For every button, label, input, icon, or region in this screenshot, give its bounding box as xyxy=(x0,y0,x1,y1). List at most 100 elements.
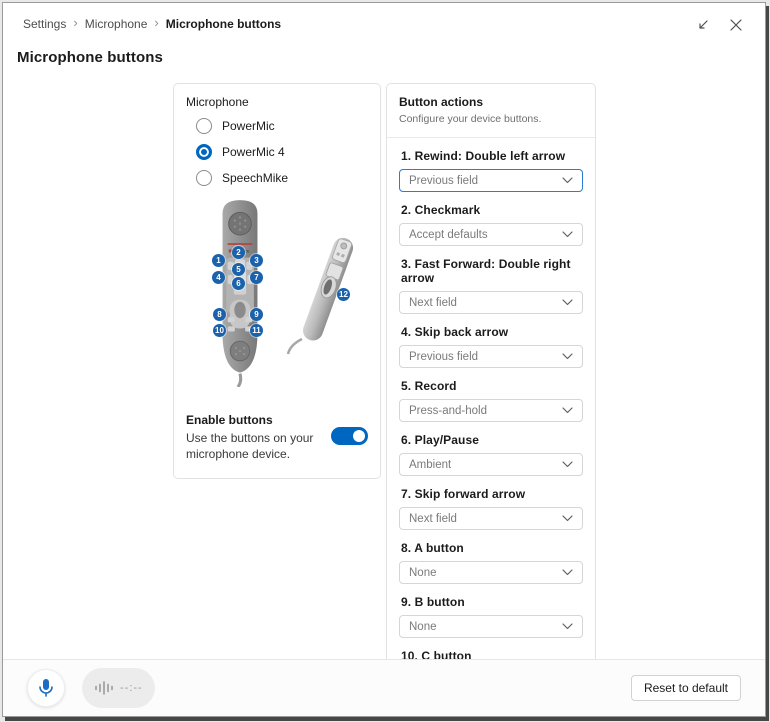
device-button-badge-11: 11 xyxy=(250,324,263,337)
action-dropdown[interactable]: Previous field xyxy=(399,345,583,368)
radio-unselected-icon xyxy=(196,118,212,134)
chevron-down-icon xyxy=(562,299,573,306)
action-group: 8. A button None xyxy=(399,541,583,584)
action-group: 5. Record Press-and-hold xyxy=(399,379,583,422)
breadcrumb-chevron-icon: › xyxy=(73,15,77,30)
dictation-footer: --:-- Reset to default xyxy=(3,659,765,716)
divider xyxy=(387,137,595,138)
enable-buttons-setting: Enable buttons Use the buttons on your m… xyxy=(186,413,368,462)
page-title: Microphone buttons xyxy=(3,32,765,66)
waveform-icon xyxy=(94,680,114,696)
device-button-badge-1: 1 xyxy=(212,254,225,267)
chevron-down-icon xyxy=(562,231,573,238)
action-label: 4. Skip back arrow xyxy=(401,325,583,339)
chevron-down-icon xyxy=(562,515,573,522)
device-button-badge-7: 7 xyxy=(250,271,263,284)
window-topbar: Settings › Microphone › Microphone buttons xyxy=(3,3,765,32)
microphone-group-label: Microphone xyxy=(186,95,368,109)
radio-option-label: PowerMic xyxy=(222,119,275,133)
close-icon[interactable] xyxy=(729,18,743,32)
button-actions-panel: Button actions Configure your device but… xyxy=(386,83,596,717)
breadcrumb-item[interactable]: Settings xyxy=(23,17,66,31)
action-dropdown[interactable]: Press-and-hold xyxy=(399,399,583,422)
button-actions-subtitle: Configure your device buttons. xyxy=(399,113,583,125)
action-dropdown[interactable]: None xyxy=(399,615,583,638)
dropdown-selected-value: Next field xyxy=(409,513,457,525)
action-dropdown[interactable]: Next field xyxy=(399,507,583,530)
action-label: 7. Skip forward arrow xyxy=(401,487,583,501)
breadcrumb: Settings › Microphone › Microphone buttons xyxy=(23,16,281,31)
dropdown-selected-value: Accept defaults xyxy=(409,229,488,241)
reset-to-default-button[interactable]: Reset to default xyxy=(631,675,741,701)
collapse-icon[interactable] xyxy=(695,18,709,32)
radio-option-powermic-4[interactable]: PowerMic 4 xyxy=(196,143,368,160)
action-label: 1. Rewind: Double left arrow xyxy=(401,149,583,163)
action-group: 9. B button None xyxy=(399,595,583,638)
radio-option-label: SpeechMike xyxy=(222,171,288,185)
action-dropdown[interactable]: None xyxy=(399,561,583,584)
action-label: 8. A button xyxy=(401,541,583,555)
toggle-knob xyxy=(353,430,365,442)
microphone-button[interactable] xyxy=(27,669,65,707)
action-label: 2. Checkmark xyxy=(401,203,583,217)
dropdown-selected-value: None xyxy=(409,621,437,633)
audio-level-pill[interactable]: --:-- xyxy=(82,668,155,708)
action-dropdown[interactable]: Previous field xyxy=(399,169,583,192)
action-label: 5. Record xyxy=(401,379,583,393)
action-group: 2. Checkmark Accept defaults xyxy=(399,203,583,246)
dropdown-selected-value: Press-and-hold xyxy=(409,405,487,417)
action-group: 3. Fast Forward: Double right arrow Next … xyxy=(399,257,583,314)
action-label: 9. B button xyxy=(401,595,583,609)
chevron-down-icon xyxy=(562,623,573,630)
device-button-badge-2: 2 xyxy=(232,246,245,259)
radio-selected-icon xyxy=(196,144,212,160)
action-label: 6. Play/Pause xyxy=(401,433,583,447)
device-button-badge-10: 10 xyxy=(213,324,226,337)
radio-unselected-icon xyxy=(196,170,212,186)
dropdown-selected-value: Previous field xyxy=(409,351,478,363)
action-group: 6. Play/Pause Ambient xyxy=(399,433,583,476)
chevron-down-icon xyxy=(562,569,573,576)
action-group: 1. Rewind: Double left arrow Previous fie… xyxy=(399,149,583,192)
microphone-panel: Microphone PowerMic PowerMic 4 SpeechMike xyxy=(173,83,381,479)
device-button-badge-6: 6 xyxy=(232,277,245,290)
settings-window: Settings › Microphone › Microphone buttons M… xyxy=(2,2,766,717)
button-actions-list: 1. Rewind: Double left arrow Previous fie… xyxy=(399,149,583,717)
action-dropdown[interactable]: Ambient xyxy=(399,453,583,476)
action-group: 4. Skip back arrow Previous field xyxy=(399,325,583,368)
enable-buttons-label: Enable buttons xyxy=(186,413,323,427)
action-dropdown[interactable]: Accept defaults xyxy=(399,223,583,246)
action-group: 7. Skip forward arrow Next field xyxy=(399,487,583,530)
microphone-icon xyxy=(37,678,55,698)
microphone-radio-group: PowerMic PowerMic 4 SpeechMike xyxy=(196,117,368,186)
device-button-badge-12: 12 xyxy=(337,288,350,301)
chevron-down-icon xyxy=(562,461,573,468)
device-button-badge-3: 3 xyxy=(250,254,263,267)
radio-option-label: PowerMic 4 xyxy=(222,145,285,159)
device-button-badge-8: 8 xyxy=(213,308,226,321)
radio-option-powermic[interactable]: PowerMic xyxy=(196,117,368,134)
powermic-front-illustration: NUANCE xyxy=(204,197,276,387)
device-button-badge-4: 4 xyxy=(212,271,225,284)
microphone-device-image: NUANCE xyxy=(186,195,368,397)
radio-option-speechmike[interactable]: SpeechMike xyxy=(196,169,368,186)
chevron-down-icon xyxy=(562,353,573,360)
recording-timer: --:-- xyxy=(120,682,143,694)
dropdown-selected-value: Next field xyxy=(409,297,457,309)
action-dropdown[interactable]: Next field xyxy=(399,291,583,314)
breadcrumb-chevron-icon: › xyxy=(154,15,158,30)
chevron-down-icon xyxy=(562,407,573,414)
dropdown-selected-value: Previous field xyxy=(409,175,478,187)
device-button-badge-9: 9 xyxy=(250,308,263,321)
chevron-down-icon xyxy=(562,177,573,184)
dropdown-selected-value: Ambient xyxy=(409,459,451,471)
breadcrumb-item[interactable]: Microphone buttons xyxy=(166,17,281,31)
powermic-side-illustration xyxy=(284,227,370,357)
breadcrumb-item[interactable]: Microphone xyxy=(85,17,148,31)
dropdown-selected-value: None xyxy=(409,567,437,579)
device-button-badge-5: 5 xyxy=(232,263,245,276)
button-actions-title: Button actions xyxy=(399,95,583,109)
enable-buttons-toggle[interactable] xyxy=(331,427,368,445)
action-label: 3. Fast Forward: Double right arrow xyxy=(401,257,583,285)
enable-buttons-description: Use the buttons on your microphone devic… xyxy=(186,430,323,462)
